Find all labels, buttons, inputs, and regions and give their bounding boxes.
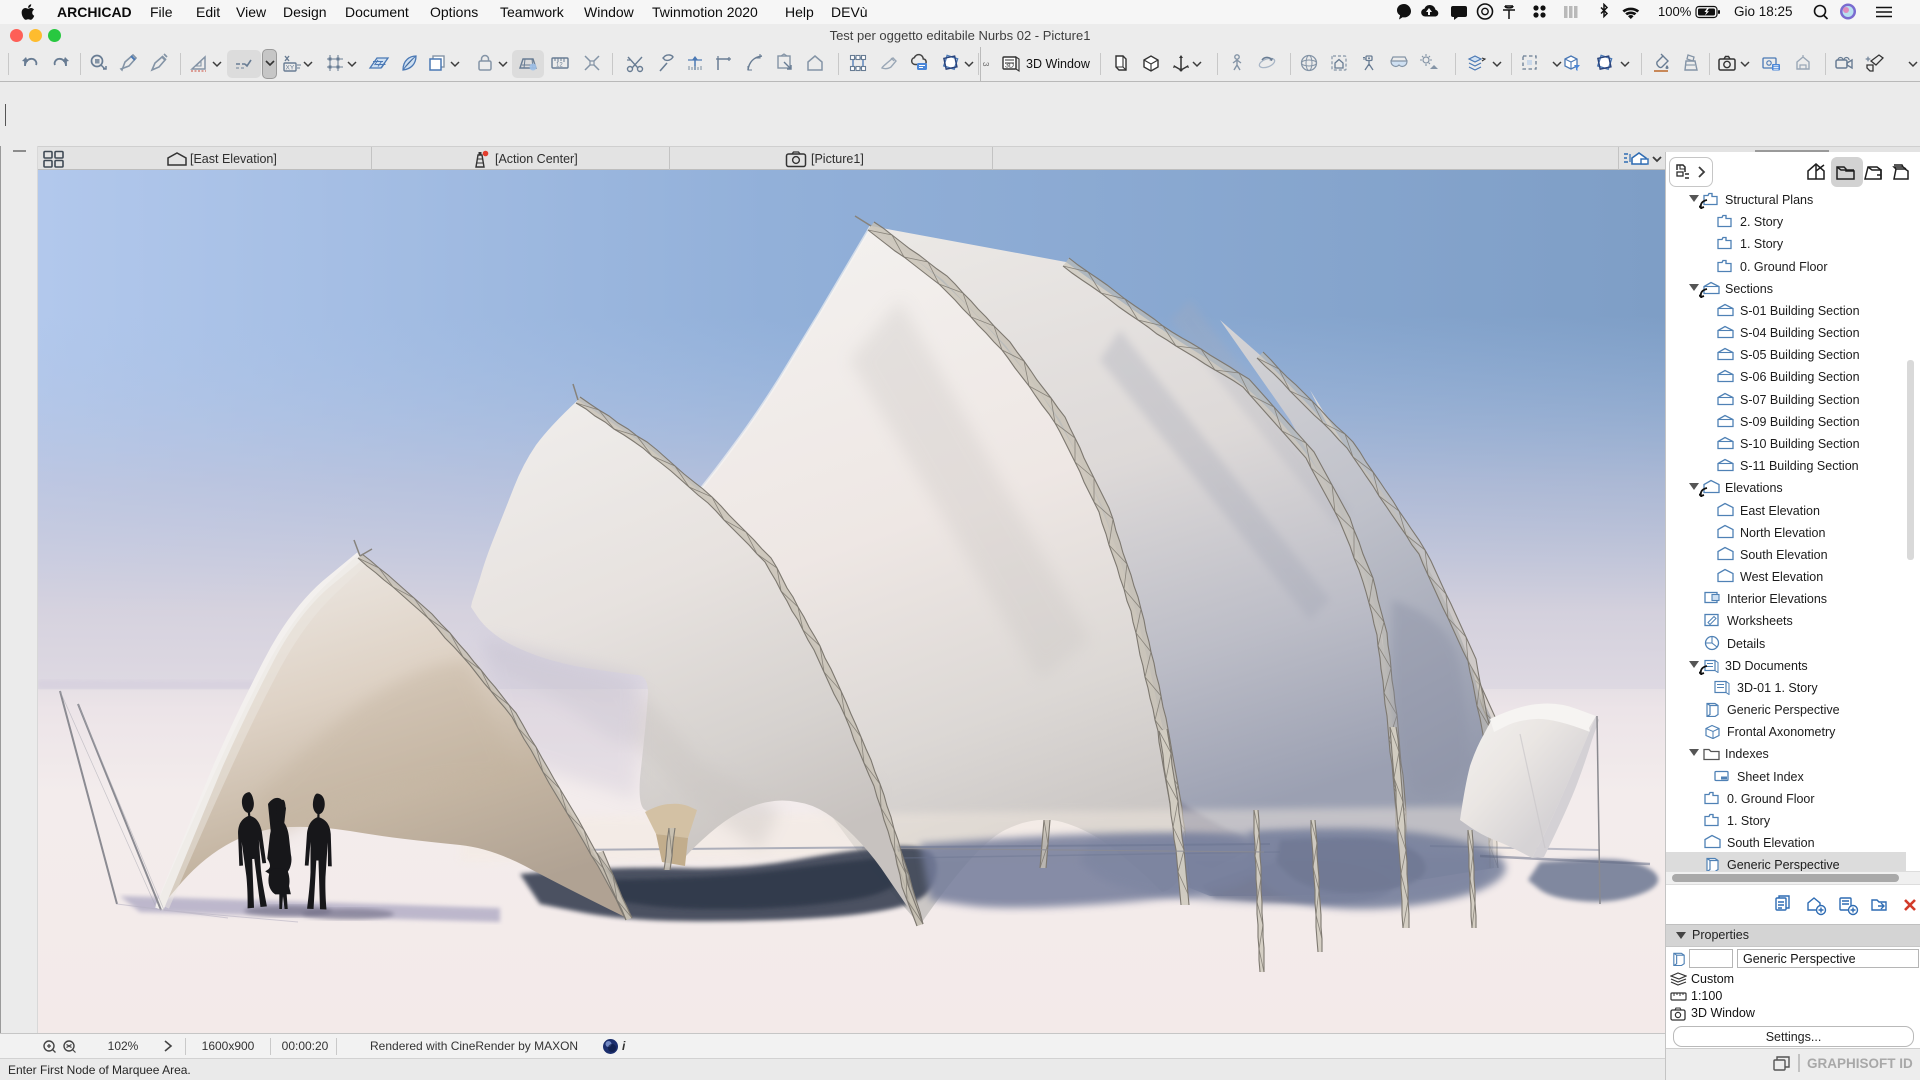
svg-text:Gio 18:25: Gio 18:25 (1734, 4, 1793, 19)
svg-text:XY: XY (286, 65, 295, 72)
svg-text:12: 12 (556, 63, 563, 69)
svg-text:100%: 100% (1658, 4, 1692, 19)
svg-text:3D: 3D (1005, 63, 1014, 70)
